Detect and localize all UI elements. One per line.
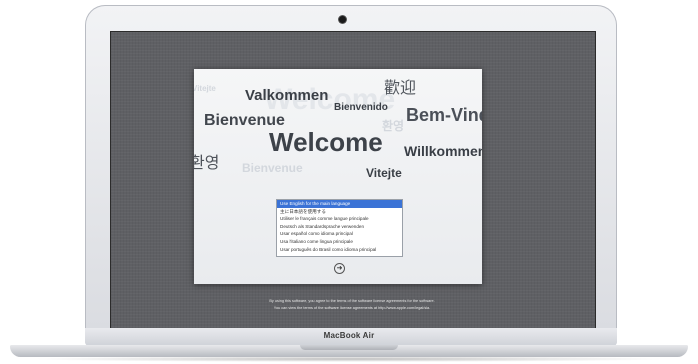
language-list[interactable]: Use English for the main language 主に日本語を…	[276, 199, 403, 257]
license-line-1: By using this software, you agree to the…	[269, 299, 435, 303]
greeting-bem-vindo: Bem-Vindo	[406, 105, 482, 125]
camera-icon	[339, 16, 346, 23]
greeting-welcome: Welcome	[269, 127, 383, 157]
greeting-bienvenue-ghost: Bienvenue	[242, 161, 303, 175]
language-option[interactable]: 主に日本語を使用する	[277, 208, 402, 216]
license-line-2: You can view the terms of the software l…	[273, 306, 431, 310]
greeting-valkommen: Valkommen	[245, 87, 329, 104]
greeting-bienvenido: Bienvenido	[334, 102, 388, 113]
language-option[interactable]: Usar español como idioma principal	[277, 230, 402, 238]
greeting-huanying: 歡迎	[384, 80, 417, 97]
language-option[interactable]: Deutsch als Standardsprache verwenden	[277, 223, 402, 231]
greeting-vitejte-ghost: Vitejte	[194, 84, 216, 93]
greeting-willkommen: Willkommen	[404, 143, 482, 159]
language-option[interactable]: Usa l'italiano come lingua principale	[277, 238, 402, 246]
greeting-korean-ghost: 환영	[382, 119, 405, 133]
continue-button[interactable]: ➜	[334, 263, 345, 274]
greeting-korean: 환영	[194, 155, 220, 172]
arrow-circle-icon: ➜	[336, 265, 343, 272]
language-option[interactable]: Use English for the main language	[277, 200, 402, 208]
lid-notch	[300, 345, 398, 350]
language-option[interactable]: Utiliser le français comme langue princi…	[277, 215, 402, 223]
welcome-panel: Vitejte Welcome Valkommen 歡迎 Bienvenido …	[194, 69, 482, 284]
language-option[interactable]: Usar português do Brasil como idioma pri…	[277, 246, 402, 254]
greeting-vitejte: Vitejte	[366, 166, 402, 180]
brand-label: MacBook Air	[323, 331, 375, 340]
